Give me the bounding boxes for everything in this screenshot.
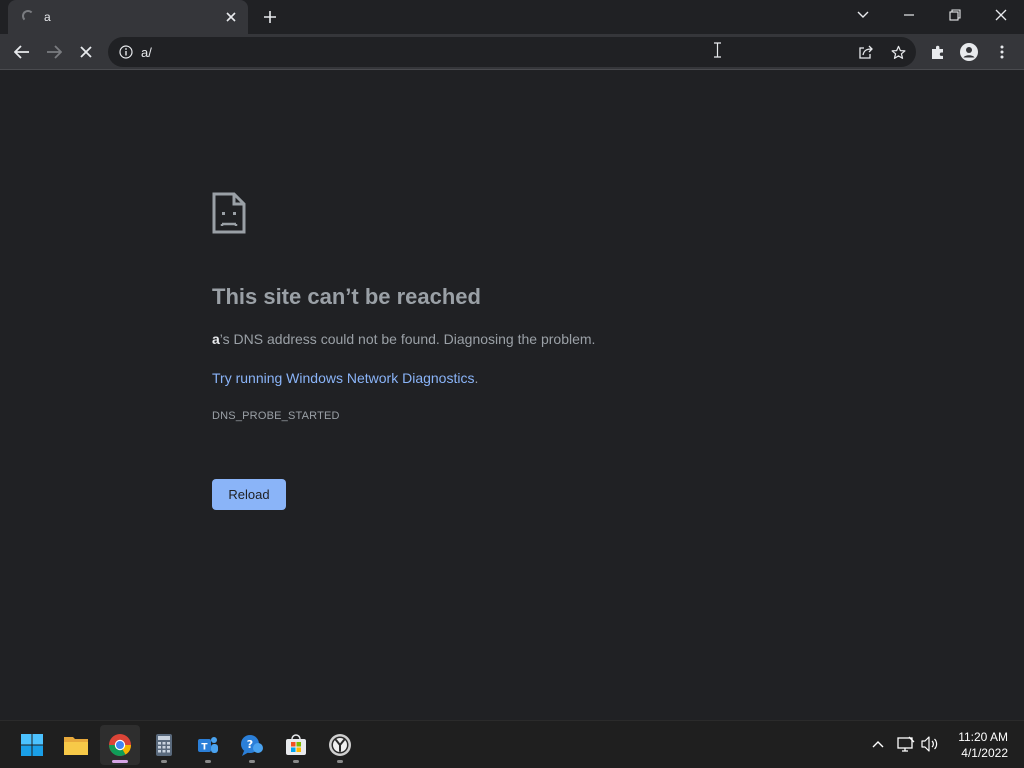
start-button[interactable]: [12, 725, 52, 765]
network-diagnostics-link[interactable]: Try running Windows Network Diagnostics: [212, 370, 474, 386]
profile-avatar-icon[interactable]: [955, 38, 983, 66]
error-code: DNS_PROBE_STARTED: [212, 410, 340, 422]
running-app-indicator: [205, 760, 211, 763]
close-window-icon[interactable]: [978, 0, 1024, 30]
svg-text:?: ?: [247, 738, 253, 751]
address-bar[interactable]: a/: [108, 37, 916, 67]
sad-page-icon: [212, 192, 246, 234]
forward-button[interactable]: [40, 38, 68, 66]
teams-icon[interactable]: T: [188, 725, 228, 765]
address-bar-url[interactable]: a/: [141, 45, 152, 60]
extensions-puzzle-icon[interactable]: [924, 38, 952, 66]
page-content: This site can’t be reached a’s DNS addre…: [0, 71, 1024, 720]
clock-date: 4/1/2022: [961, 746, 1008, 760]
active-app-indicator: [112, 760, 128, 763]
calculator-icon[interactable]: [144, 725, 184, 765]
more-menu-icon[interactable]: [988, 38, 1016, 66]
error-host: a: [212, 331, 220, 347]
system-clock[interactable]: 11:20 AM 4/1/2022: [958, 729, 1008, 761]
taskbar: T ? 11:20 AM 4/1/2022: [0, 720, 1024, 768]
share-icon[interactable]: [856, 42, 876, 62]
error-description-text: ’s DNS address could not be found. Diagn…: [219, 331, 596, 347]
diagnostics-suffix: .: [474, 370, 479, 386]
site-info-icon[interactable]: [118, 44, 134, 60]
new-tab-button[interactable]: [258, 6, 282, 28]
running-app-indicator: [293, 760, 299, 763]
running-app-indicator: [161, 760, 167, 763]
browser-toolbar: a/: [0, 34, 1024, 70]
show-hidden-icons-chevron-icon[interactable]: [868, 733, 888, 755]
tab-title: a: [44, 10, 51, 24]
close-tab-icon[interactable]: [222, 8, 240, 26]
tab-search-icon[interactable]: [840, 0, 886, 30]
volume-icon[interactable]: [920, 733, 940, 755]
text-cursor-icon: [713, 42, 722, 58]
diagnostics-line: Try running Windows Network Diagnostics.: [212, 370, 478, 386]
clock-time: 11:20 AM: [958, 730, 1008, 744]
bookmark-star-icon[interactable]: [888, 42, 908, 62]
chrome-icon[interactable]: [100, 725, 140, 765]
loading-spinner-icon: [22, 10, 34, 22]
clock-app-icon[interactable]: [320, 725, 360, 765]
back-button[interactable]: [8, 38, 36, 66]
running-app-indicator: [337, 760, 343, 763]
error-description: a’s DNS address could not be found. Diag…: [212, 331, 595, 347]
running-app-indicator: [249, 760, 255, 763]
error-title: This site can’t be reached: [212, 284, 481, 309]
minimize-icon[interactable]: [886, 0, 932, 30]
tab-strip: a: [0, 0, 1024, 34]
stop-loading-button[interactable]: [72, 38, 100, 66]
restore-icon[interactable]: [932, 0, 978, 30]
get-help-icon[interactable]: ?: [232, 725, 272, 765]
microsoft-store-icon[interactable]: [276, 725, 316, 765]
reload-button[interactable]: Reload: [212, 479, 286, 510]
file-explorer-icon[interactable]: [56, 725, 96, 765]
network-icon[interactable]: [896, 733, 916, 755]
tab-active[interactable]: a: [8, 0, 248, 34]
svg-text:T: T: [201, 743, 208, 753]
